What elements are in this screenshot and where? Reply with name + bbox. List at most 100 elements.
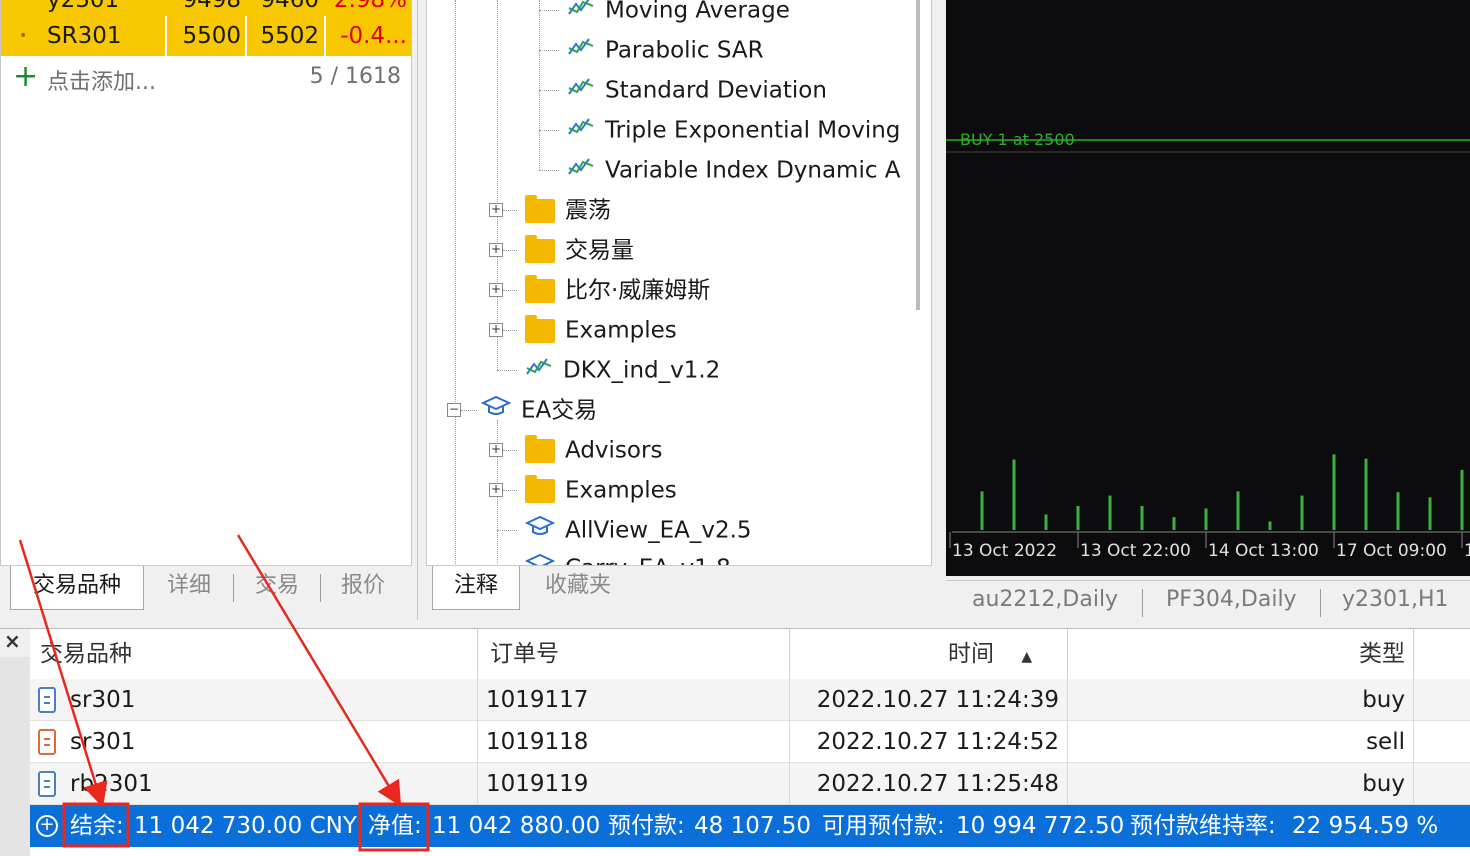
- margin-label: 预付款:: [608, 813, 685, 839]
- order-line-label: BUY 1 at 2500: [960, 130, 1075, 149]
- plus-icon: +: [13, 59, 39, 94]
- tab-trading[interactable]: 交易: [238, 566, 316, 610]
- order-icon: [38, 729, 56, 755]
- expand-icon[interactable]: +: [489, 203, 503, 217]
- ask-price: 5502: [260, 23, 319, 49]
- market-watch-panel: y2301 9498 9460 2.98% • SR301 5500 5502 …: [0, 0, 418, 620]
- table-row[interactable]: sr301 1019117 2022.10.27 11:24:39 buy: [30, 679, 1470, 721]
- cell-type: buy: [1068, 679, 1414, 721]
- tab-common[interactable]: 注释: [432, 566, 520, 610]
- nav-indicator-item[interactable]: Standard Deviation: [567, 70, 827, 110]
- table-row[interactable]: sr301 1019118 2022.10.27 11:24:52 sell: [30, 721, 1470, 763]
- indicator-icon: [525, 351, 553, 391]
- margin-level-label: 预付款维持率:: [1130, 813, 1276, 839]
- market-watch-list: y2301 9498 9460 2.98% • SR301 5500 5502 …: [0, 0, 412, 566]
- nav-folder-item[interactable]: 震荡: [525, 190, 611, 230]
- free-margin-label: 可用预付款:: [822, 813, 945, 839]
- chart-tab[interactable]: y2301,H1: [1342, 587, 1449, 612]
- expand-icon[interactable]: +: [489, 443, 503, 457]
- navigator-scrollbar[interactable]: [916, 0, 920, 310]
- tab-symbols[interactable]: 交易品种: [10, 566, 144, 610]
- chart-tab[interactable]: au2212,Daily: [972, 587, 1118, 612]
- market-watch-tabs: 交易品种 详细 交易 报价: [0, 566, 412, 614]
- collapse-icon[interactable]: −: [447, 403, 461, 417]
- time-axis-label: 1: [1464, 541, 1470, 561]
- symbol-count: 5 / 1618: [309, 64, 401, 89]
- column-header-type[interactable]: 类型: [1068, 629, 1414, 679]
- column-header-symbol[interactable]: 交易品种: [30, 629, 478, 679]
- nav-indicator-item[interactable]: Variable Index Dynamic A: [567, 150, 901, 190]
- column-header-order[interactable]: 订单号: [478, 629, 790, 679]
- balance-value: 11 042 730.00 CNY: [134, 813, 357, 839]
- navigator-tabs: 注释 收藏夹: [426, 566, 932, 614]
- nav-folder-item[interactable]: 交易量: [525, 230, 634, 270]
- graduation-cap-icon: [524, 549, 556, 565]
- column-header-time-label: 时间: [948, 641, 994, 667]
- cell-order: 1019117: [478, 679, 790, 721]
- folder-icon: [525, 194, 555, 223]
- cell-time: 2022.10.27 11:24:39: [790, 679, 1068, 721]
- folder-icon: [525, 314, 555, 343]
- cell-order: 1019119: [478, 763, 790, 805]
- equity-value: 11 042 880.00: [432, 813, 601, 839]
- nav-folder-item[interactable]: Advisors: [525, 430, 662, 470]
- nav-folder-item[interactable]: 比尔·威廉姆斯: [525, 270, 710, 310]
- balance-label: 结余:: [70, 813, 124, 839]
- terminal-panel: × 交易品种 订单号 时间 ▲ 类型 sr301 1019117 2022.10…: [0, 628, 1470, 856]
- graduation-cap-icon: [480, 391, 512, 431]
- free-margin-value: 10 994 772.50: [956, 813, 1125, 839]
- nav-expert-item[interactable]: Carry_EA_v1.8: [524, 548, 731, 565]
- chart-window-tabs: au2212,Daily PF304,Daily y2301,H1: [946, 580, 1470, 620]
- time-axis-labels: 13 Oct 2022 13 Oct 22:00 14 Oct 13:00 17 Oc…: [949, 532, 1470, 561]
- cell-type: sell: [1068, 721, 1414, 763]
- time-axis-label: 13 Oct 22:00: [1080, 541, 1191, 561]
- cell-symbol: sr301: [70, 721, 478, 763]
- account-summary-row[interactable]: + 结余: 11 042 730.00 CNY 净值: 11 042 880.0…: [30, 805, 1470, 847]
- bid-price: 5500: [182, 23, 241, 49]
- navigator-panel: Moving Average Parabolic SAR Standard De…: [426, 0, 938, 620]
- close-icon[interactable]: ×: [4, 629, 21, 653]
- graduation-cap-icon: [524, 511, 556, 551]
- price-chart[interactable]: BUY 1 at 2500 13 Oct 2022 13 Oct 22:00 14 …: [946, 0, 1470, 576]
- cell-order: 1019118: [478, 721, 790, 763]
- chart-tab[interactable]: PF304,Daily: [1166, 587, 1297, 612]
- nav-indicator-item[interactable]: Triple Exponential Moving: [567, 110, 900, 150]
- sort-ascending-icon: ▲: [1021, 649, 1033, 665]
- expand-icon[interactable]: +: [489, 283, 503, 297]
- expand-icon[interactable]: +: [489, 243, 503, 257]
- order-icon: [38, 771, 56, 797]
- daily-change: -0.4...: [340, 23, 407, 49]
- nav-indicator-item[interactable]: DKX_ind_v1.2: [525, 350, 720, 390]
- tab-details[interactable]: 详细: [150, 566, 228, 610]
- folder-icon: [525, 274, 555, 303]
- expand-icon[interactable]: +: [489, 323, 503, 337]
- nav-indicator-item[interactable]: Parabolic SAR: [567, 30, 764, 70]
- cell-symbol: sr301: [70, 679, 478, 721]
- add-symbol-label[interactable]: 点击添加...: [47, 64, 156, 96]
- tab-favorites[interactable]: 收藏夹: [526, 566, 630, 610]
- nav-indicator-item[interactable]: Moving Average: [567, 0, 790, 30]
- cell-type: buy: [1068, 763, 1414, 805]
- tab-ticks[interactable]: 报价: [324, 566, 402, 610]
- navigator-tree: Moving Average Parabolic SAR Standard De…: [426, 0, 932, 566]
- folder-icon: [525, 434, 555, 463]
- margin-value: 48 107.50: [694, 813, 812, 839]
- expand-icon[interactable]: +: [489, 483, 503, 497]
- symbol-name: SR301: [47, 23, 122, 49]
- nav-folder-item[interactable]: Examples: [525, 310, 677, 350]
- indicator-icon: [567, 71, 595, 111]
- time-axis-label: 13 Oct 2022: [952, 541, 1057, 561]
- nav-expert-advisors-root[interactable]: EA交易: [480, 390, 597, 431]
- table-row[interactable]: rb2301 1019119 2022.10.27 11:25:48 buy: [30, 763, 1470, 805]
- market-watch-row-selected[interactable]: • SR301 5500 5502 -0.4...: [1, 16, 411, 56]
- nav-folder-item[interactable]: Examples: [525, 470, 677, 510]
- column-header-time[interactable]: 时间 ▲: [790, 629, 1068, 679]
- symbol-status-dot: •: [19, 28, 28, 44]
- equity-label: 净值:: [368, 813, 422, 839]
- margin-level-value: 22 954.59 %: [1292, 813, 1439, 839]
- time-axis-label: 17 Oct 09:00: [1336, 541, 1447, 561]
- order-icon: [38, 687, 56, 713]
- nav-expert-item[interactable]: AllView_EA_v2.5: [524, 510, 752, 551]
- indicator-icon: [567, 151, 595, 191]
- add-symbol-row[interactable]: + 点击添加... 5 / 1618: [1, 58, 411, 98]
